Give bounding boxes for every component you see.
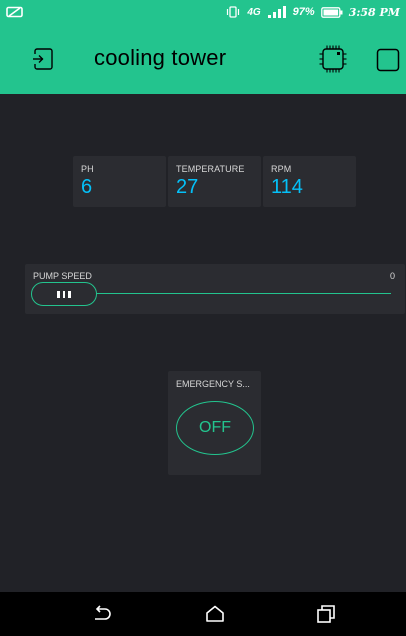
- rpm-label: RPM: [271, 164, 292, 174]
- rpm-value: 114: [271, 176, 303, 198]
- emergency-toggle-button[interactable]: OFF: [176, 401, 254, 455]
- app-bar: cooling tower: [0, 24, 406, 94]
- no-sim-icon: [6, 6, 23, 18]
- back-icon[interactable]: [92, 605, 112, 623]
- status-left: [6, 6, 24, 18]
- slider-thumb[interactable]: [31, 282, 97, 306]
- status-right: 4G 97% 3:58 PM: [225, 6, 400, 19]
- ph-display[interactable]: PH 6: [73, 156, 166, 207]
- page-title: cooling tower: [94, 45, 227, 70]
- home-icon[interactable]: [205, 605, 225, 623]
- battery-icon: [320, 6, 343, 18]
- pump-speed-value: 0: [389, 271, 395, 281]
- pump-speed-label: PUMP SPEED: [33, 271, 92, 281]
- pump-speed-slider[interactable]: PUMP SPEED 0: [25, 264, 405, 314]
- rpm-display[interactable]: RPM 114: [263, 156, 356, 207]
- clock: 3:58 PM: [348, 5, 400, 19]
- battery-percent: 97%: [292, 6, 315, 18]
- grip-bar: [57, 290, 60, 298]
- vibrate-icon: [227, 6, 240, 18]
- emergency-stop-widget: EMERGENCY S... OFF: [168, 371, 261, 475]
- grip-bar: [68, 290, 71, 298]
- dashboard-canvas: PH 6 TEMPERATURE 27 RPM 114 PUMP SPEED 0…: [0, 94, 406, 592]
- ph-label: PH: [81, 164, 94, 174]
- network-type: 4G: [247, 6, 261, 18]
- temperature-display[interactable]: TEMPERATURE 27: [168, 156, 261, 207]
- ph-value: 6: [81, 176, 93, 198]
- device-chip-icon[interactable]: [318, 44, 348, 74]
- grip-bar: [62, 290, 66, 298]
- square-icon[interactable]: [376, 48, 400, 72]
- temperature-label: TEMPERATURE: [176, 164, 245, 174]
- recents-icon[interactable]: [316, 605, 336, 623]
- slider-track[interactable]: [95, 293, 391, 294]
- system-nav-bar: [0, 592, 406, 636]
- signal-icon: [267, 6, 286, 18]
- status-bar: 4G 97% 3:58 PM: [0, 0, 406, 24]
- temperature-value: 27: [176, 176, 199, 198]
- emergency-label: EMERGENCY S...: [176, 379, 250, 389]
- exit-icon[interactable]: [30, 46, 56, 72]
